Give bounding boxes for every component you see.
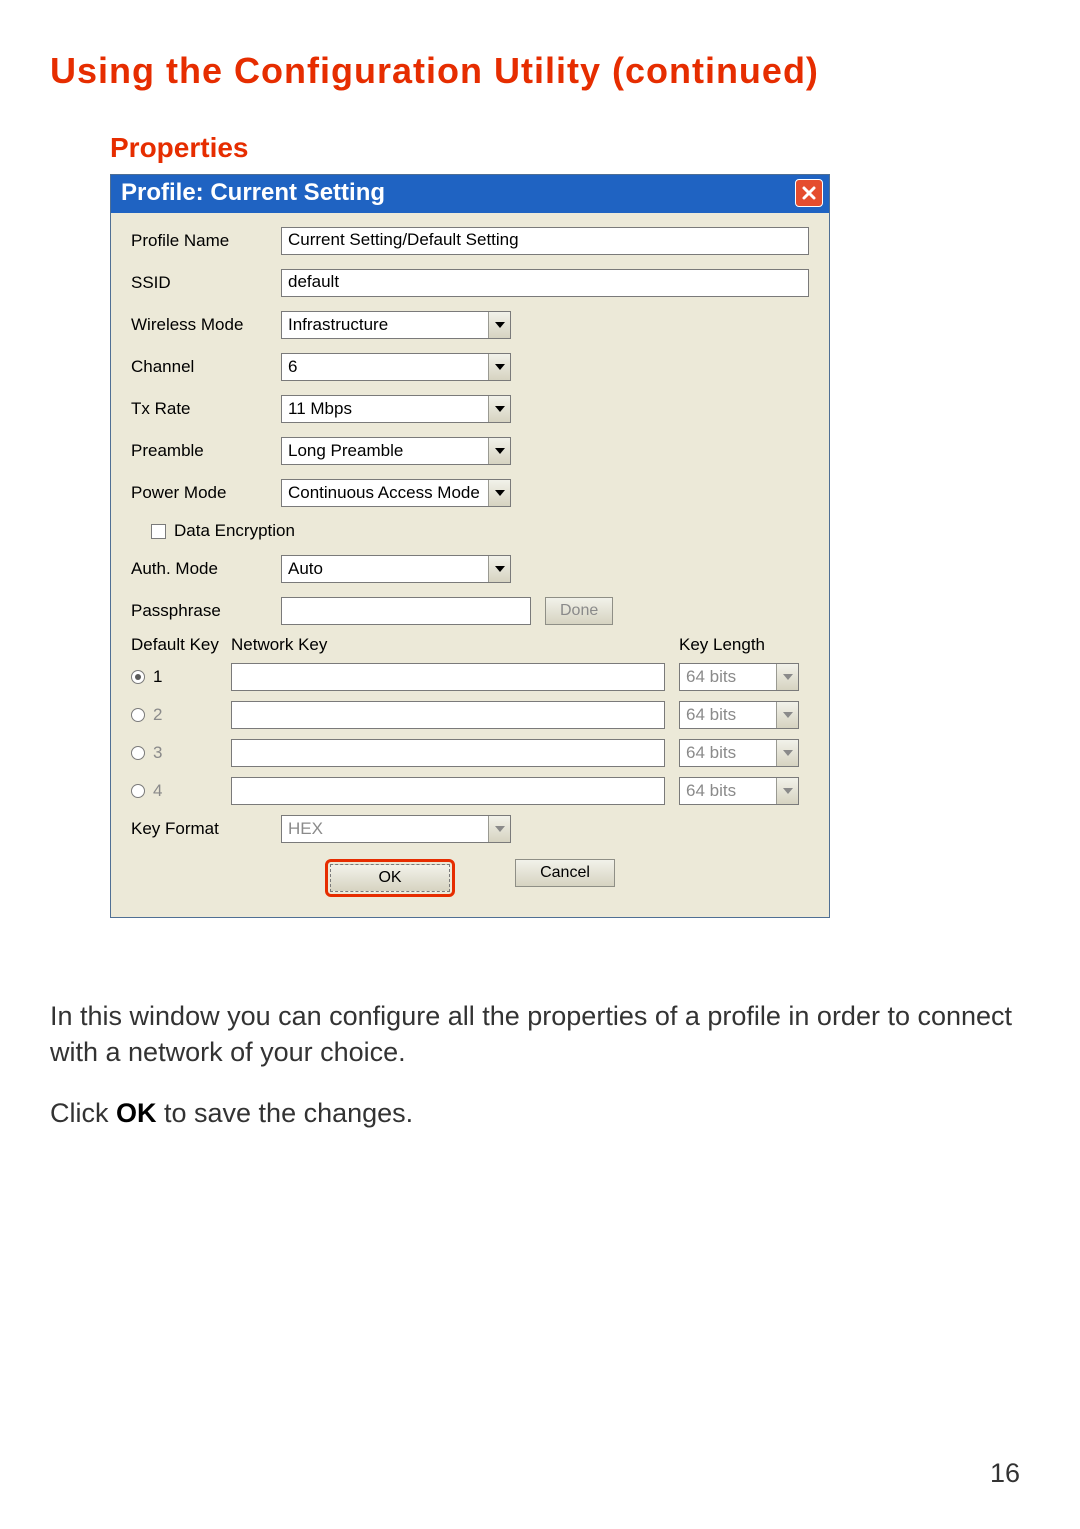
profile-name-label: Profile Name <box>131 231 281 251</box>
profile-name-input[interactable]: Current Setting/Default Setting <box>281 227 809 255</box>
chevron-down-icon <box>488 396 510 422</box>
network-key-label: Network Key <box>231 635 679 655</box>
profile-dialog: Profile: Current Setting Profile Name Cu… <box>110 174 830 918</box>
key-format-select[interactable]: HEX <box>281 815 511 843</box>
key-length-select-1[interactable]: 64 bits <box>679 663 799 691</box>
chevron-down-icon <box>488 480 510 506</box>
dialog-titlebar: Profile: Current Setting <box>111 175 829 213</box>
auth-mode-label: Auth. Mode <box>131 559 281 579</box>
auth-mode-value: Auto <box>282 559 488 579</box>
ok-button-highlight: OK <box>325 859 455 897</box>
ssid-label: SSID <box>131 273 281 293</box>
preamble-value: Long Preamble <box>282 441 488 461</box>
power-mode-value: Continuous Access Mode <box>282 483 488 503</box>
key-input-4[interactable] <box>231 777 665 805</box>
dialog-title: Profile: Current Setting <box>121 179 385 207</box>
body-paragraph-2: Click OK to save the changes. <box>50 1095 1030 1131</box>
chevron-down-icon <box>776 702 798 728</box>
body-p2-part3: to save the changes. <box>157 1098 414 1128</box>
data-encryption-label: Data Encryption <box>174 521 295 541</box>
page-number: 16 <box>990 1458 1020 1489</box>
key-radio-3[interactable]: 3 <box>131 743 231 763</box>
channel-value: 6 <box>282 357 488 377</box>
preamble-select[interactable]: Long Preamble <box>281 437 511 465</box>
dialog-body: Profile Name Current Setting/Default Set… <box>111 213 829 917</box>
key-length-value-1: 64 bits <box>680 667 776 687</box>
page-title: Using the Configuration Utility (continu… <box>50 50 1030 92</box>
default-key-label: Default Key <box>131 635 231 655</box>
key-format-label: Key Format <box>131 819 281 839</box>
body-p2-part1: Click <box>50 1098 116 1128</box>
chevron-down-icon <box>488 312 510 338</box>
preamble-label: Preamble <box>131 441 281 461</box>
key-format-value: HEX <box>282 819 488 839</box>
auth-mode-select[interactable]: Auto <box>281 555 511 583</box>
ok-button[interactable]: OK <box>330 864 450 892</box>
key-length-value-3: 64 bits <box>680 743 776 763</box>
chevron-down-icon <box>488 354 510 380</box>
body-paragraph-1: In this window you can configure all the… <box>50 998 1030 1071</box>
wireless-mode-select[interactable]: Infrastructure <box>281 311 511 339</box>
key-length-value-4: 64 bits <box>680 781 776 801</box>
key-length-select-4[interactable]: 64 bits <box>679 777 799 805</box>
chevron-down-icon <box>776 664 798 690</box>
chevron-down-icon <box>776 778 798 804</box>
key-index-3: 3 <box>153 743 162 763</box>
key-length-select-3[interactable]: 64 bits <box>679 739 799 767</box>
body-text: In this window you can configure all the… <box>50 998 1030 1131</box>
key-index-2: 2 <box>153 705 162 725</box>
key-index-4: 4 <box>153 781 162 801</box>
key-length-label: Key Length <box>679 635 809 655</box>
power-mode-label: Power Mode <box>131 483 281 503</box>
chevron-down-icon <box>488 438 510 464</box>
key-input-1[interactable] <box>231 663 665 691</box>
tx-rate-label: Tx Rate <box>131 399 281 419</box>
close-icon[interactable] <box>795 179 823 207</box>
key-input-2[interactable] <box>231 701 665 729</box>
key-input-3[interactable] <box>231 739 665 767</box>
chevron-down-icon <box>488 816 510 842</box>
key-radio-2[interactable]: 2 <box>131 705 231 725</box>
key-radio-4[interactable]: 4 <box>131 781 231 801</box>
cancel-button[interactable]: Cancel <box>515 859 615 887</box>
tx-rate-value: 11 Mbps <box>282 399 488 419</box>
chevron-down-icon <box>776 740 798 766</box>
ssid-input[interactable]: default <box>281 269 809 297</box>
passphrase-label: Passphrase <box>131 601 281 621</box>
channel-label: Channel <box>131 357 281 377</box>
data-encryption-checkbox[interactable] <box>151 524 166 539</box>
key-length-value-2: 64 bits <box>680 705 776 725</box>
wireless-mode-value: Infrastructure <box>282 315 488 335</box>
key-length-select-2[interactable]: 64 bits <box>679 701 799 729</box>
power-mode-select[interactable]: Continuous Access Mode <box>281 479 511 507</box>
wireless-mode-label: Wireless Mode <box>131 315 281 335</box>
chevron-down-icon <box>488 556 510 582</box>
key-index-1: 1 <box>153 667 162 687</box>
properties-subheading: Properties <box>110 132 1030 164</box>
channel-select[interactable]: 6 <box>281 353 511 381</box>
tx-rate-select[interactable]: 11 Mbps <box>281 395 511 423</box>
done-button[interactable]: Done <box>545 597 613 625</box>
body-p2-bold: OK <box>116 1098 157 1128</box>
passphrase-input[interactable] <box>281 597 531 625</box>
key-radio-1[interactable]: 1 <box>131 667 231 687</box>
